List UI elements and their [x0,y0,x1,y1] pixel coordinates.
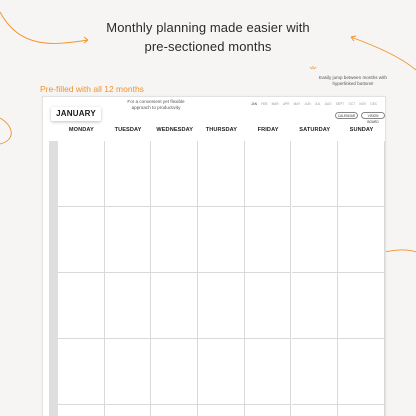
day-cell[interactable] [58,405,105,416]
day-cell[interactable] [198,141,245,207]
day-cell[interactable] [244,405,292,416]
day-cell[interactable] [291,405,339,416]
calendar-button[interactable]: CALENDAR [335,112,358,119]
day-cell[interactable] [104,141,152,207]
day-cell[interactable] [58,273,105,339]
month-tab-dec[interactable]: DEC [370,102,377,106]
day-cell[interactable] [198,207,245,273]
day-cell[interactable] [291,141,339,207]
day-cell[interactable] [244,273,292,339]
prefilled-callout: Pre-filled with all 12 months [40,84,144,94]
day-cell[interactable] [58,141,105,207]
day-cell[interactable] [244,141,292,207]
day-cell[interactable] [338,339,385,405]
day-header-friday: FRIDAY [257,127,279,133]
week-sidebar [49,141,58,416]
month-tab-jun[interactable]: JUN [305,102,311,106]
headline-line-1: Monthly planning made easier with [106,20,310,35]
headline: Monthly planning made easier with pre-se… [0,18,416,56]
day-cell[interactable] [104,273,152,339]
day-cell[interactable] [151,273,199,339]
day-cell[interactable] [104,339,152,405]
day-cell[interactable] [244,207,292,273]
month-tab-mar[interactable]: MAR [272,102,279,106]
headline-line-2: pre-sectioned months [144,39,272,54]
day-cell[interactable] [244,339,292,405]
day-header-tuesday: TUESDAY [114,127,142,133]
weekday-header: MONDAY TUESDAY WEDNESDAY THURSDAY FRIDAY SATU… [58,127,385,133]
day-header-monday: MONDAY [68,127,94,133]
day-cell[interactable] [198,339,245,405]
month-tab-nov[interactable]: NOV [359,102,366,106]
day-cell[interactable] [151,207,199,273]
vision-board-button[interactable]: VISION BOARD [361,112,385,124]
month-tabs: JAN FEB MAR APR MAY JUN JUL AUG SEPT OCT NOV DEC [251,102,377,106]
sparkle-icon [309,66,317,70]
month-tab-apr[interactable]: APR [283,102,290,106]
day-cell[interactable] [198,405,245,416]
day-cell[interactable] [291,273,339,339]
day-cell[interactable] [104,405,152,416]
month-tab-may[interactable]: MAY [294,102,301,106]
day-header-wednesday: WEDNESDAY [156,127,194,133]
day-cell[interactable] [151,339,199,405]
day-header-saturday: SATURDAY [299,127,331,133]
day-cell[interactable] [104,207,152,273]
month-tab-oct[interactable]: OCT [348,102,355,106]
month-tab-sept[interactable]: SEPT [336,102,344,106]
day-cell[interactable] [58,207,105,273]
day-cell[interactable] [338,141,385,207]
day-header-sunday: SUNDAY [349,127,374,133]
day-cell[interactable] [58,339,105,405]
day-cell[interactable] [151,141,199,207]
day-cell[interactable] [198,273,245,339]
productivity-note: For a convenient yet flexible approach t… [127,99,185,110]
day-cell[interactable] [291,339,339,405]
month-tab-feb[interactable]: FEB [261,102,267,106]
day-cell[interactable] [338,273,385,339]
day-cell[interactable] [338,405,385,416]
month-tab-jul[interactable]: JUL [315,102,321,106]
planner-page: JANUARY For a convenient yet flexible ap… [42,96,386,416]
hyperlink-callout: Easily jump between months with hyperlin… [319,75,387,86]
month-tab-jan[interactable]: JAN [251,102,257,106]
month-tab-aug[interactable]: AUG [325,102,332,106]
month-title: JANUARY [51,107,101,121]
calendar-grid: WEEK 1WEEK 2WEEK 3WEEK 4 [49,141,385,416]
day-cell[interactable] [151,405,199,416]
day-cell[interactable] [291,207,339,273]
day-header-thursday: THURSDAY [205,127,238,133]
day-cell[interactable] [338,207,385,273]
